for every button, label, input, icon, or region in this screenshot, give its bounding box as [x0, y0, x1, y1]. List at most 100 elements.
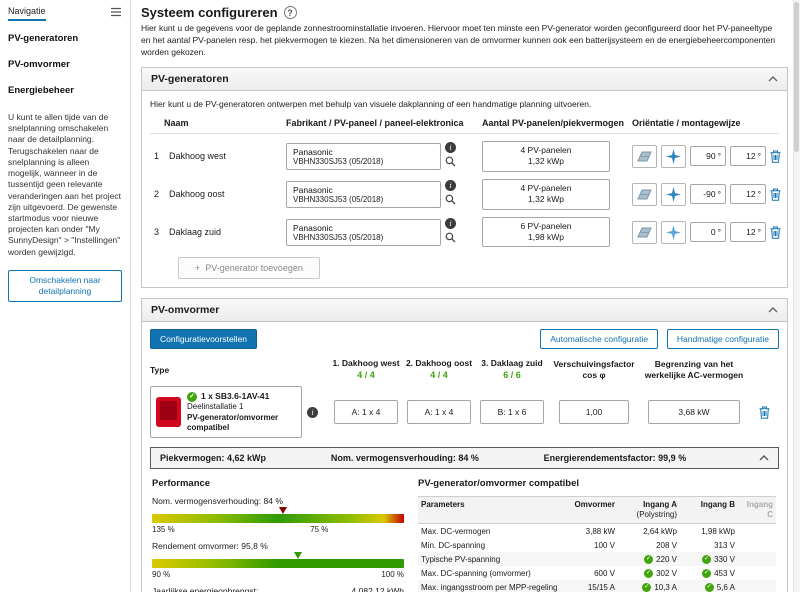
- switch-to-detail-planning-button[interactable]: Omschakelen naar detailplanning: [8, 269, 122, 302]
- delete-generator-icon[interactable]: [770, 188, 781, 201]
- cosphi-input[interactable]: 1,00: [559, 400, 629, 425]
- sidebar-item-pv-omvormer[interactable]: PV-omvormer: [8, 59, 122, 70]
- scrollbar[interactable]: [793, 0, 800, 592]
- column-header: Fabrikant / PV-paneel / paneel-elektroni…: [286, 117, 464, 128]
- peak-power: 1,32 kWp: [528, 156, 564, 167]
- column-header: Oriëntatie / montagewijze: [632, 117, 741, 128]
- orientation-cell: 90 ° 12 °: [632, 144, 784, 168]
- check-icon: ✓: [702, 554, 712, 564]
- inverter-efficiency-bar: [152, 552, 404, 569]
- automatic-configuration-button[interactable]: Automatische configuratie: [540, 329, 659, 350]
- table-row: 1 Dakhoog west Panasonic VBHN330SJ53 (05…: [150, 140, 781, 172]
- roof-planning-icon[interactable]: [632, 182, 657, 206]
- check-icon: ✓: [702, 568, 712, 578]
- panel-model: VBHN330SJ53 (05/2018): [293, 194, 384, 204]
- help-icon[interactable]: ?: [283, 6, 297, 19]
- scrollbar-thumb[interactable]: [794, 2, 799, 152]
- param-label: Typische PV-spanning: [418, 552, 566, 567]
- sidebar-item-energiebeheer[interactable]: Energiebeheer: [8, 85, 122, 96]
- info-icon[interactable]: i: [307, 406, 318, 418]
- sidebar-item-pv-generatoren[interactable]: PV-generatoren: [8, 33, 122, 44]
- roof-planning-icon[interactable]: [632, 220, 657, 244]
- inverter-type-select[interactable]: ✓ 1 x SB3.6-1AV-41 Deelinstallatie 1 PV-…: [150, 386, 302, 439]
- peak-power: 1,32 kWp: [528, 194, 564, 205]
- assigned-count: 4 / 4: [430, 369, 448, 380]
- panel-type-select[interactable]: Panasonic VBHN330SJ53 (05/2018): [286, 142, 441, 170]
- panel-type-select[interactable]: Panasonic VBHN330SJ53 (05/2018): [286, 218, 441, 246]
- tilt-input[interactable]: 12 °: [730, 184, 766, 205]
- pv-inverter-body: Configuratievoorstellen Automatische con…: [142, 322, 787, 592]
- performance-stats: Jaarlijkse energieopbrengst: 4.082,12 kWh…: [152, 586, 404, 592]
- azimuth-input[interactable]: 90 °: [690, 146, 726, 167]
- compass-icon[interactable]: [661, 144, 686, 168]
- panel-count-select[interactable]: 4 PV-panelen 1,32 kWp: [482, 178, 610, 210]
- collapse-icon[interactable]: [768, 307, 778, 313]
- configuration-proposals-button[interactable]: Configuratievoorstellen: [150, 329, 257, 350]
- collapse-icon[interactable]: [768, 75, 778, 82]
- input-assignment-select[interactable]: B: 1 x 6: [480, 400, 544, 425]
- column-header: Ingang A (Polystring): [618, 496, 680, 525]
- search-icon[interactable]: [445, 156, 456, 170]
- add-generator-button[interactable]: + PV-generator toevoegen: [178, 257, 320, 280]
- inverter-table-header: Type 1. Dakhoog west 4 / 4 2. Dakhoog oo…: [150, 358, 779, 381]
- panel-count: 4 PV-panelen: [520, 182, 572, 193]
- panel-type-select[interactable]: Panasonic VBHN330SJ53 (05/2018): [286, 180, 441, 208]
- generator-name-label: Daklaag zuid: [169, 227, 222, 238]
- roof-planning-icon[interactable]: [632, 144, 657, 168]
- input-c-value: [738, 552, 776, 567]
- delete-generator-icon[interactable]: [770, 150, 781, 163]
- azimuth-input[interactable]: 0 °: [690, 222, 726, 243]
- tilt-input[interactable]: 12 °: [730, 222, 766, 243]
- input-assignment-select[interactable]: A: 1 x 4: [407, 400, 471, 425]
- input-c-value: [738, 524, 776, 538]
- manual-configuration-button[interactable]: Handmatige configuratie: [666, 329, 779, 350]
- column-header-generator: 2. Dakhoog oost 4 / 4: [404, 358, 474, 381]
- input-assignment-select[interactable]: A: 1 x 4: [334, 400, 398, 425]
- search-icon[interactable]: [445, 232, 456, 246]
- panel-count-select[interactable]: 4 PV-panelen 1,32 kWp: [482, 140, 610, 172]
- column-header-cosphi: Verschuivingsfactor cos φ: [550, 359, 638, 381]
- compass-icon[interactable]: [661, 220, 686, 244]
- compatibility-status: PV-generator/omvormer compatibel: [187, 412, 279, 433]
- info-icon[interactable]: i: [445, 142, 456, 154]
- inverter-value: 600 V: [594, 568, 615, 578]
- row-index: 3: [154, 227, 160, 238]
- input-b-value: ✓ 5,6 A: [680, 580, 738, 592]
- panel-count-select[interactable]: 6 PV-panelen 1,98 kWp: [482, 216, 610, 248]
- azimuth-input[interactable]: -90 °: [690, 184, 726, 205]
- subsystem-label: Deelinstallatie 1: [187, 402, 244, 412]
- collapse-icon[interactable]: [759, 455, 769, 461]
- bar-marker-icon: [294, 552, 303, 560]
- inverter-model-label: 1 x SB3.6-1AV-41: [201, 391, 270, 402]
- column-header: Ingang B: [680, 496, 738, 525]
- peak-power: 1,98 kWp: [528, 232, 564, 243]
- bar-min-label: 90 %: [152, 570, 171, 580]
- info-icon[interactable]: i: [445, 218, 456, 230]
- pv-generators-panel-header[interactable]: PV-generatoren: [142, 67, 787, 91]
- check-icon: ✓: [187, 391, 197, 402]
- inverter-summary-bar[interactable]: Piekvermogen: 4,62 kWp Nom. vermogensver…: [150, 447, 779, 470]
- count-cell: 6 PV-panelen 1,98 kWp: [482, 216, 628, 248]
- ac-limit-input[interactable]: 3,68 kW: [648, 400, 740, 425]
- input-b-value: ✓313 V: [680, 538, 738, 552]
- panel-model: VBHN330SJ53 (05/2018): [293, 232, 384, 242]
- compass-icon[interactable]: [661, 182, 686, 206]
- tilt-input[interactable]: 12 °: [730, 146, 766, 167]
- summary-energy-yield-factor: Energierendementsfactor: 99,9 %: [543, 453, 687, 464]
- menu-icon[interactable]: [110, 7, 122, 20]
- generators-note: Hier kunt u de PV-generatoren ontwerpen …: [150, 98, 592, 109]
- generator-name: 3 Daklaag zuid: [150, 227, 282, 237]
- input-c-value: [738, 580, 776, 592]
- delete-inverter-icon[interactable]: [759, 406, 770, 419]
- table-row: 3 Daklaag zuid Panasonic VBHN330SJ53 (05…: [150, 216, 781, 248]
- delete-generator-icon[interactable]: [770, 226, 781, 239]
- sidebar-note: U kunt te allen tijde van de snelplannin…: [8, 112, 121, 257]
- search-icon[interactable]: [445, 194, 456, 208]
- info-icon[interactable]: i: [445, 180, 456, 192]
- stat-label: Jaarlijkse energieopbrengst:: [152, 586, 259, 592]
- pv-inverter-panel-header[interactable]: PV-omvormer: [142, 299, 787, 323]
- value: 302 V: [656, 568, 677, 578]
- value: 220 V: [656, 554, 677, 564]
- performance-title: Performance: [152, 478, 211, 490]
- inverter-row: ✓ 1 x SB3.6-1AV-41 Deelinstallatie 1 PV-…: [150, 386, 779, 439]
